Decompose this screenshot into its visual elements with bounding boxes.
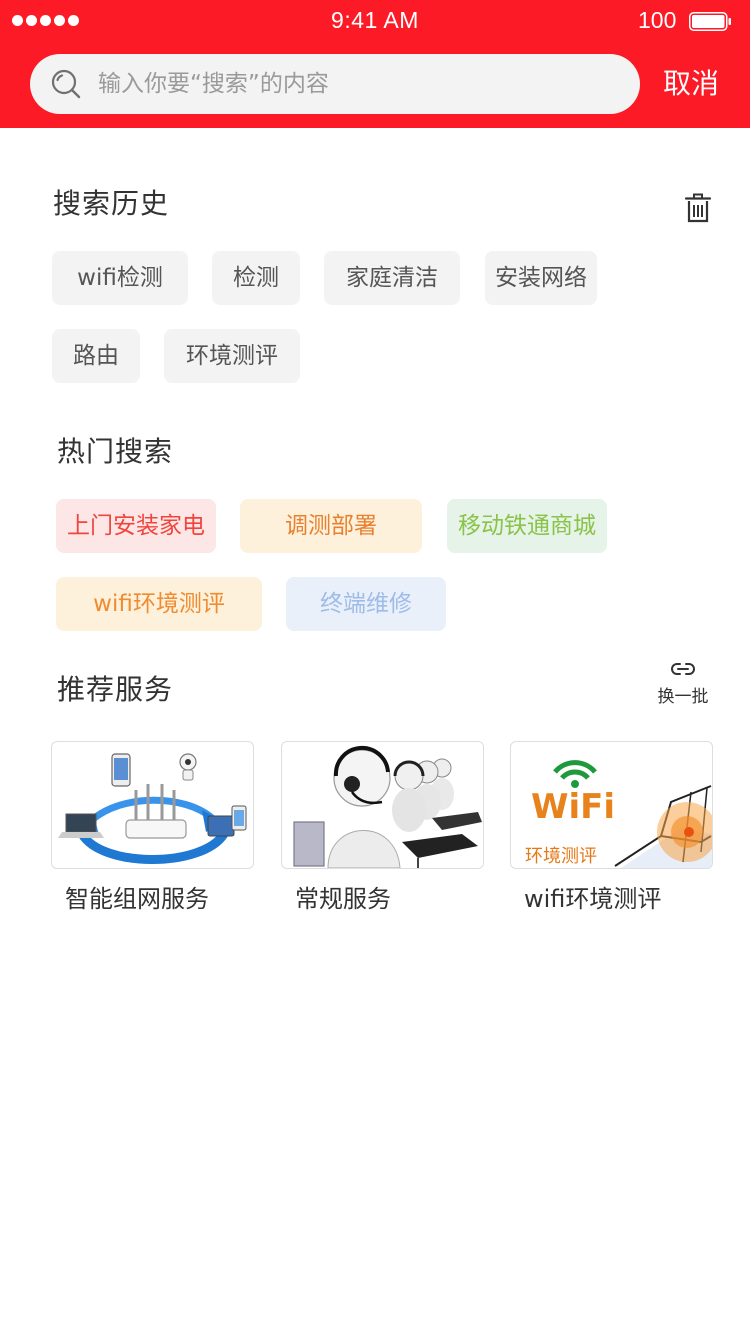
refresh-icon	[671, 663, 695, 675]
wifi-subtitle: 环境测评	[525, 846, 597, 867]
search-input[interactable]	[98, 54, 618, 114]
service-card-title: wifi环境测评	[524, 885, 662, 913]
history-tag[interactable]: 家庭清洁	[324, 251, 460, 305]
service-card[interactable]: 智能组网服务	[51, 741, 254, 913]
service-card[interactable]: 常规服务	[281, 741, 484, 913]
refresh-label: 换一批	[657, 687, 709, 707]
hot-title: 热门搜索	[57, 435, 174, 468]
hot-tag[interactable]: 移动铁通商城	[447, 499, 607, 553]
trash-icon[interactable]	[684, 192, 712, 224]
history-tag[interactable]: 安装网络	[485, 251, 597, 305]
wifi-logo: WiFi	[531, 787, 615, 827]
battery-icon	[689, 12, 731, 31]
history-title: 搜索历史	[53, 187, 170, 220]
hot-tag[interactable]: 调测部署	[240, 499, 422, 553]
history-tag[interactable]: 路由	[52, 329, 140, 383]
refresh-button[interactable]: 换一批	[650, 660, 716, 707]
history-tag[interactable]: wifi检测	[52, 251, 188, 305]
call-center-image	[281, 741, 484, 869]
history-tag[interactable]: 环境测评	[164, 329, 300, 383]
cancel-button[interactable]: 取消	[658, 64, 724, 104]
hot-tag[interactable]: 终端维修	[286, 577, 446, 631]
header-bar: 9:41 AM 100 取消	[0, 0, 750, 128]
service-card-title: 常规服务	[295, 885, 391, 913]
search-icon	[51, 69, 81, 99]
service-card[interactable]: WiFi 环境测评 wifi环境测评	[510, 741, 713, 913]
networking-image	[51, 741, 254, 869]
hot-tag[interactable]: wifi环境测评	[56, 577, 262, 631]
recommend-title: 推荐服务	[57, 673, 174, 706]
hot-tag[interactable]: 上门安装家电	[56, 499, 216, 553]
battery-percent: 100	[638, 7, 677, 33]
search-box[interactable]	[30, 54, 640, 114]
wifi-image: WiFi 环境测评	[510, 741, 713, 869]
service-card-title: 智能组网服务	[65, 885, 209, 913]
status-bar: 9:41 AM 100	[0, 0, 750, 44]
history-tag[interactable]: 检测	[212, 251, 300, 305]
